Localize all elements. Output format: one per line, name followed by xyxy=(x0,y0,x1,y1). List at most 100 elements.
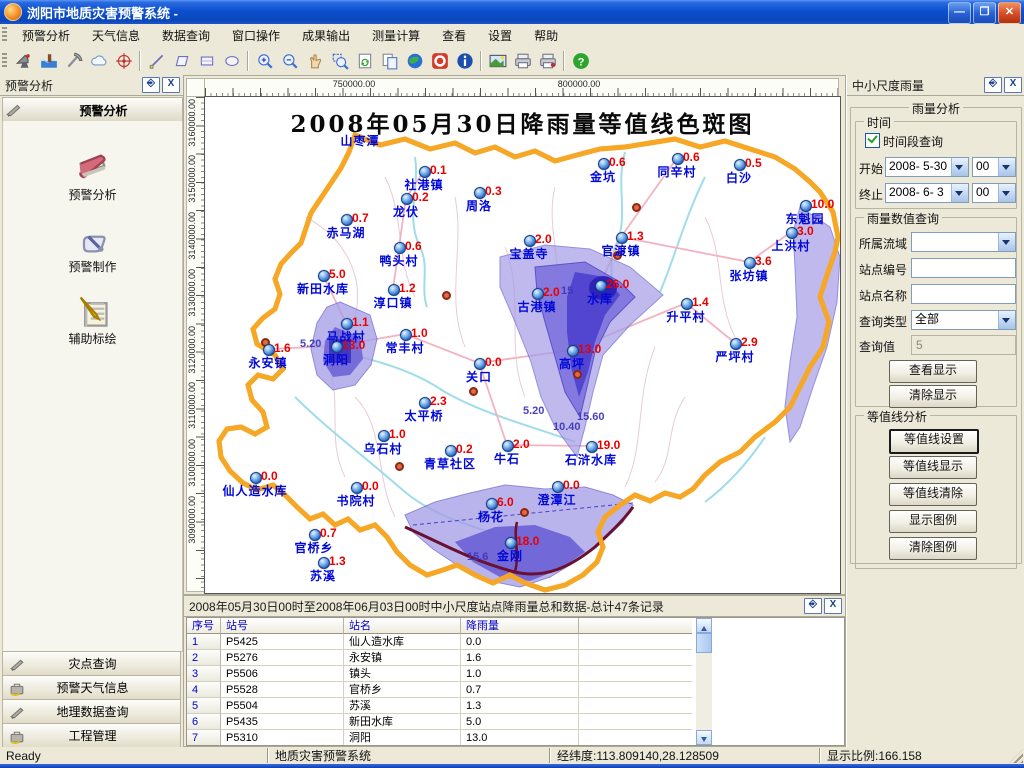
chevron-down-icon[interactable] xyxy=(998,233,1015,251)
contour-label: 10.40 xyxy=(553,421,581,433)
table-row[interactable]: 3P5506镇头1.0 xyxy=(187,666,707,683)
start-hour-select[interactable]: 00 xyxy=(972,157,1016,177)
pin-icon[interactable]: ⎆ xyxy=(984,77,1002,93)
table-scrollbar[interactable] xyxy=(696,618,712,745)
chevron-down-icon[interactable] xyxy=(951,184,968,202)
scroll-down-icon[interactable] xyxy=(696,730,712,745)
sidebar-item-0[interactable]: 预警分析 xyxy=(3,149,182,203)
zoom-window-icon[interactable] xyxy=(328,49,351,72)
table-cell: P5504 xyxy=(221,698,344,714)
show-display-button[interactable]: 查看显示 xyxy=(889,360,977,383)
flood-tool-icon[interactable] xyxy=(37,49,60,72)
contour-button-1[interactable]: 等值线显示 xyxy=(889,456,977,479)
pin-icon[interactable]: ⎆ xyxy=(804,598,822,614)
left-panel-header[interactable]: 预警分析 xyxy=(2,97,183,123)
start-date-select[interactable]: 2008- 5-30 xyxy=(885,157,969,177)
menu-item-0[interactable]: 预警分析 xyxy=(11,27,81,45)
table-row[interactable]: 2P5276永安镇1.6 xyxy=(187,650,707,667)
ruler-y-label: 3140000.00 xyxy=(187,212,197,260)
menu-item-2[interactable]: 数据查询 xyxy=(151,27,221,45)
sidebar-item-1[interactable]: 预警制作 xyxy=(3,221,182,275)
table-cell-pad xyxy=(579,714,692,730)
table-row[interactable]: 1P5425仙人造水库0.0 xyxy=(187,634,707,651)
zoom-in-icon[interactable] xyxy=(253,49,276,72)
restore-button[interactable]: ❐ xyxy=(973,2,996,24)
stop-tool-icon[interactable] xyxy=(428,49,451,72)
table-row[interactable]: 6P5435新田水库5.0 xyxy=(187,714,707,731)
globe-tool-icon[interactable] xyxy=(403,49,426,72)
station-value: 13.0 xyxy=(342,338,365,352)
satellite-dish-icon[interactable] xyxy=(12,49,35,72)
status-bar: Ready 地质灾害预警系统 经纬度:113.809140,28.128509 … xyxy=(0,747,1024,764)
query-type-select[interactable]: 全部 xyxy=(911,310,1016,330)
map-canvas[interactable]: 2008年05月30日降雨量等值线色斑图 山枣潭0.1社港镇0.2龙伏0.3周洛… xyxy=(204,96,841,594)
table-row[interactable]: 5P5504苏溪1.3 xyxy=(187,698,707,715)
end-hour-select[interactable]: 00 xyxy=(972,183,1016,203)
map-title: 2008年05月30日降雨量等值线色斑图 xyxy=(205,105,840,139)
sidebar-bar-1[interactable]: 预警天气信息 xyxy=(2,675,181,700)
time-range-checkbox[interactable] xyxy=(865,133,880,148)
contour-button-3[interactable]: 显示图例 xyxy=(889,510,977,533)
table-cell: P5425 xyxy=(221,634,344,650)
info-tool-icon[interactable] xyxy=(453,49,476,72)
station-name-input[interactable] xyxy=(911,284,1016,304)
basin-select[interactable] xyxy=(911,232,1016,252)
station-id-input[interactable] xyxy=(911,258,1016,278)
close-icon[interactable]: X xyxy=(1004,77,1022,93)
menu-item-7[interactable]: 设置 xyxy=(477,27,523,45)
ruler-y-label: 3150000.00 xyxy=(187,155,197,203)
query-value-input[interactable]: 5 xyxy=(911,335,1016,355)
station-value: 0.6 xyxy=(609,155,626,169)
refresh-view-icon[interactable] xyxy=(353,49,376,72)
line-tool-icon[interactable] xyxy=(145,49,168,72)
contour-button-0[interactable]: 等值线设置 xyxy=(889,429,979,454)
contour-button-2[interactable]: 等值线清除 xyxy=(889,483,977,506)
table-cell: 3 xyxy=(187,666,221,682)
ellipse-tool-icon[interactable] xyxy=(220,49,243,72)
menu-item-4[interactable]: 成果输出 xyxy=(291,27,361,45)
menu-grip[interactable] xyxy=(2,27,7,43)
target-tool-icon[interactable] xyxy=(112,49,135,72)
cloud-tool-icon[interactable] xyxy=(87,49,110,72)
help-tool-icon[interactable]: ? xyxy=(569,49,592,72)
chevron-down-icon[interactable] xyxy=(951,158,968,176)
table-row[interactable]: 4P5528官桥乡0.7 xyxy=(187,682,707,699)
pick-tool-icon[interactable] xyxy=(62,49,85,72)
menu-item-3[interactable]: 窗口操作 xyxy=(221,27,291,45)
window-bottom-edge xyxy=(0,764,1024,768)
export-image-icon[interactable] xyxy=(486,49,509,72)
rect-tool-icon[interactable] xyxy=(195,49,218,72)
menu-item-1[interactable]: 天气信息 xyxy=(81,27,151,45)
polygon-tool-icon[interactable] xyxy=(170,49,193,72)
chevron-down-icon[interactable] xyxy=(998,311,1015,329)
scrollbar-thumb[interactable] xyxy=(696,633,712,653)
contour-button-4[interactable]: 清除图例 xyxy=(889,537,977,560)
print-preview-icon[interactable] xyxy=(536,49,559,72)
zoom-out-icon[interactable] xyxy=(278,49,301,72)
clear-display-button[interactable]: 清除显示 xyxy=(889,385,977,408)
close-icon[interactable]: X xyxy=(162,77,180,93)
chevron-down-icon[interactable] xyxy=(998,158,1015,176)
print-icon[interactable] xyxy=(511,49,534,72)
sidebar-bar-2[interactable]: 地理数据查询 xyxy=(2,699,181,724)
scroll-up-icon[interactable] xyxy=(696,618,712,633)
sidebar-item-2[interactable]: 辅助标绘 xyxy=(3,293,182,347)
sidebar-bar-0[interactable]: 灾点查询 xyxy=(2,651,181,676)
close-icon[interactable]: X xyxy=(824,598,842,614)
pan-tool-icon[interactable] xyxy=(303,49,326,72)
menu-item-5[interactable]: 测量计算 xyxy=(361,27,431,45)
close-button[interactable]: ✕ xyxy=(998,2,1021,24)
station-value: 1.6 xyxy=(274,341,291,355)
sidebar-bar-3[interactable]: 工程管理 xyxy=(2,723,181,748)
station-name: 永安镇 xyxy=(248,354,287,371)
menu-item-6[interactable]: 查看 xyxy=(431,27,477,45)
table-row[interactable]: 7P5310洞阳13.0 xyxy=(187,730,707,746)
copy-view-icon[interactable] xyxy=(378,49,401,72)
menu-item-8[interactable]: 帮助 xyxy=(523,27,569,45)
minimize-button[interactable]: — xyxy=(948,2,971,24)
chevron-down-icon[interactable] xyxy=(998,184,1015,202)
station-value: 0.2 xyxy=(456,442,473,456)
pin-icon[interactable]: ⎆ xyxy=(142,77,160,93)
end-date-select[interactable]: 2008- 6- 3 xyxy=(885,183,969,203)
toolbar-grip[interactable] xyxy=(2,53,7,69)
